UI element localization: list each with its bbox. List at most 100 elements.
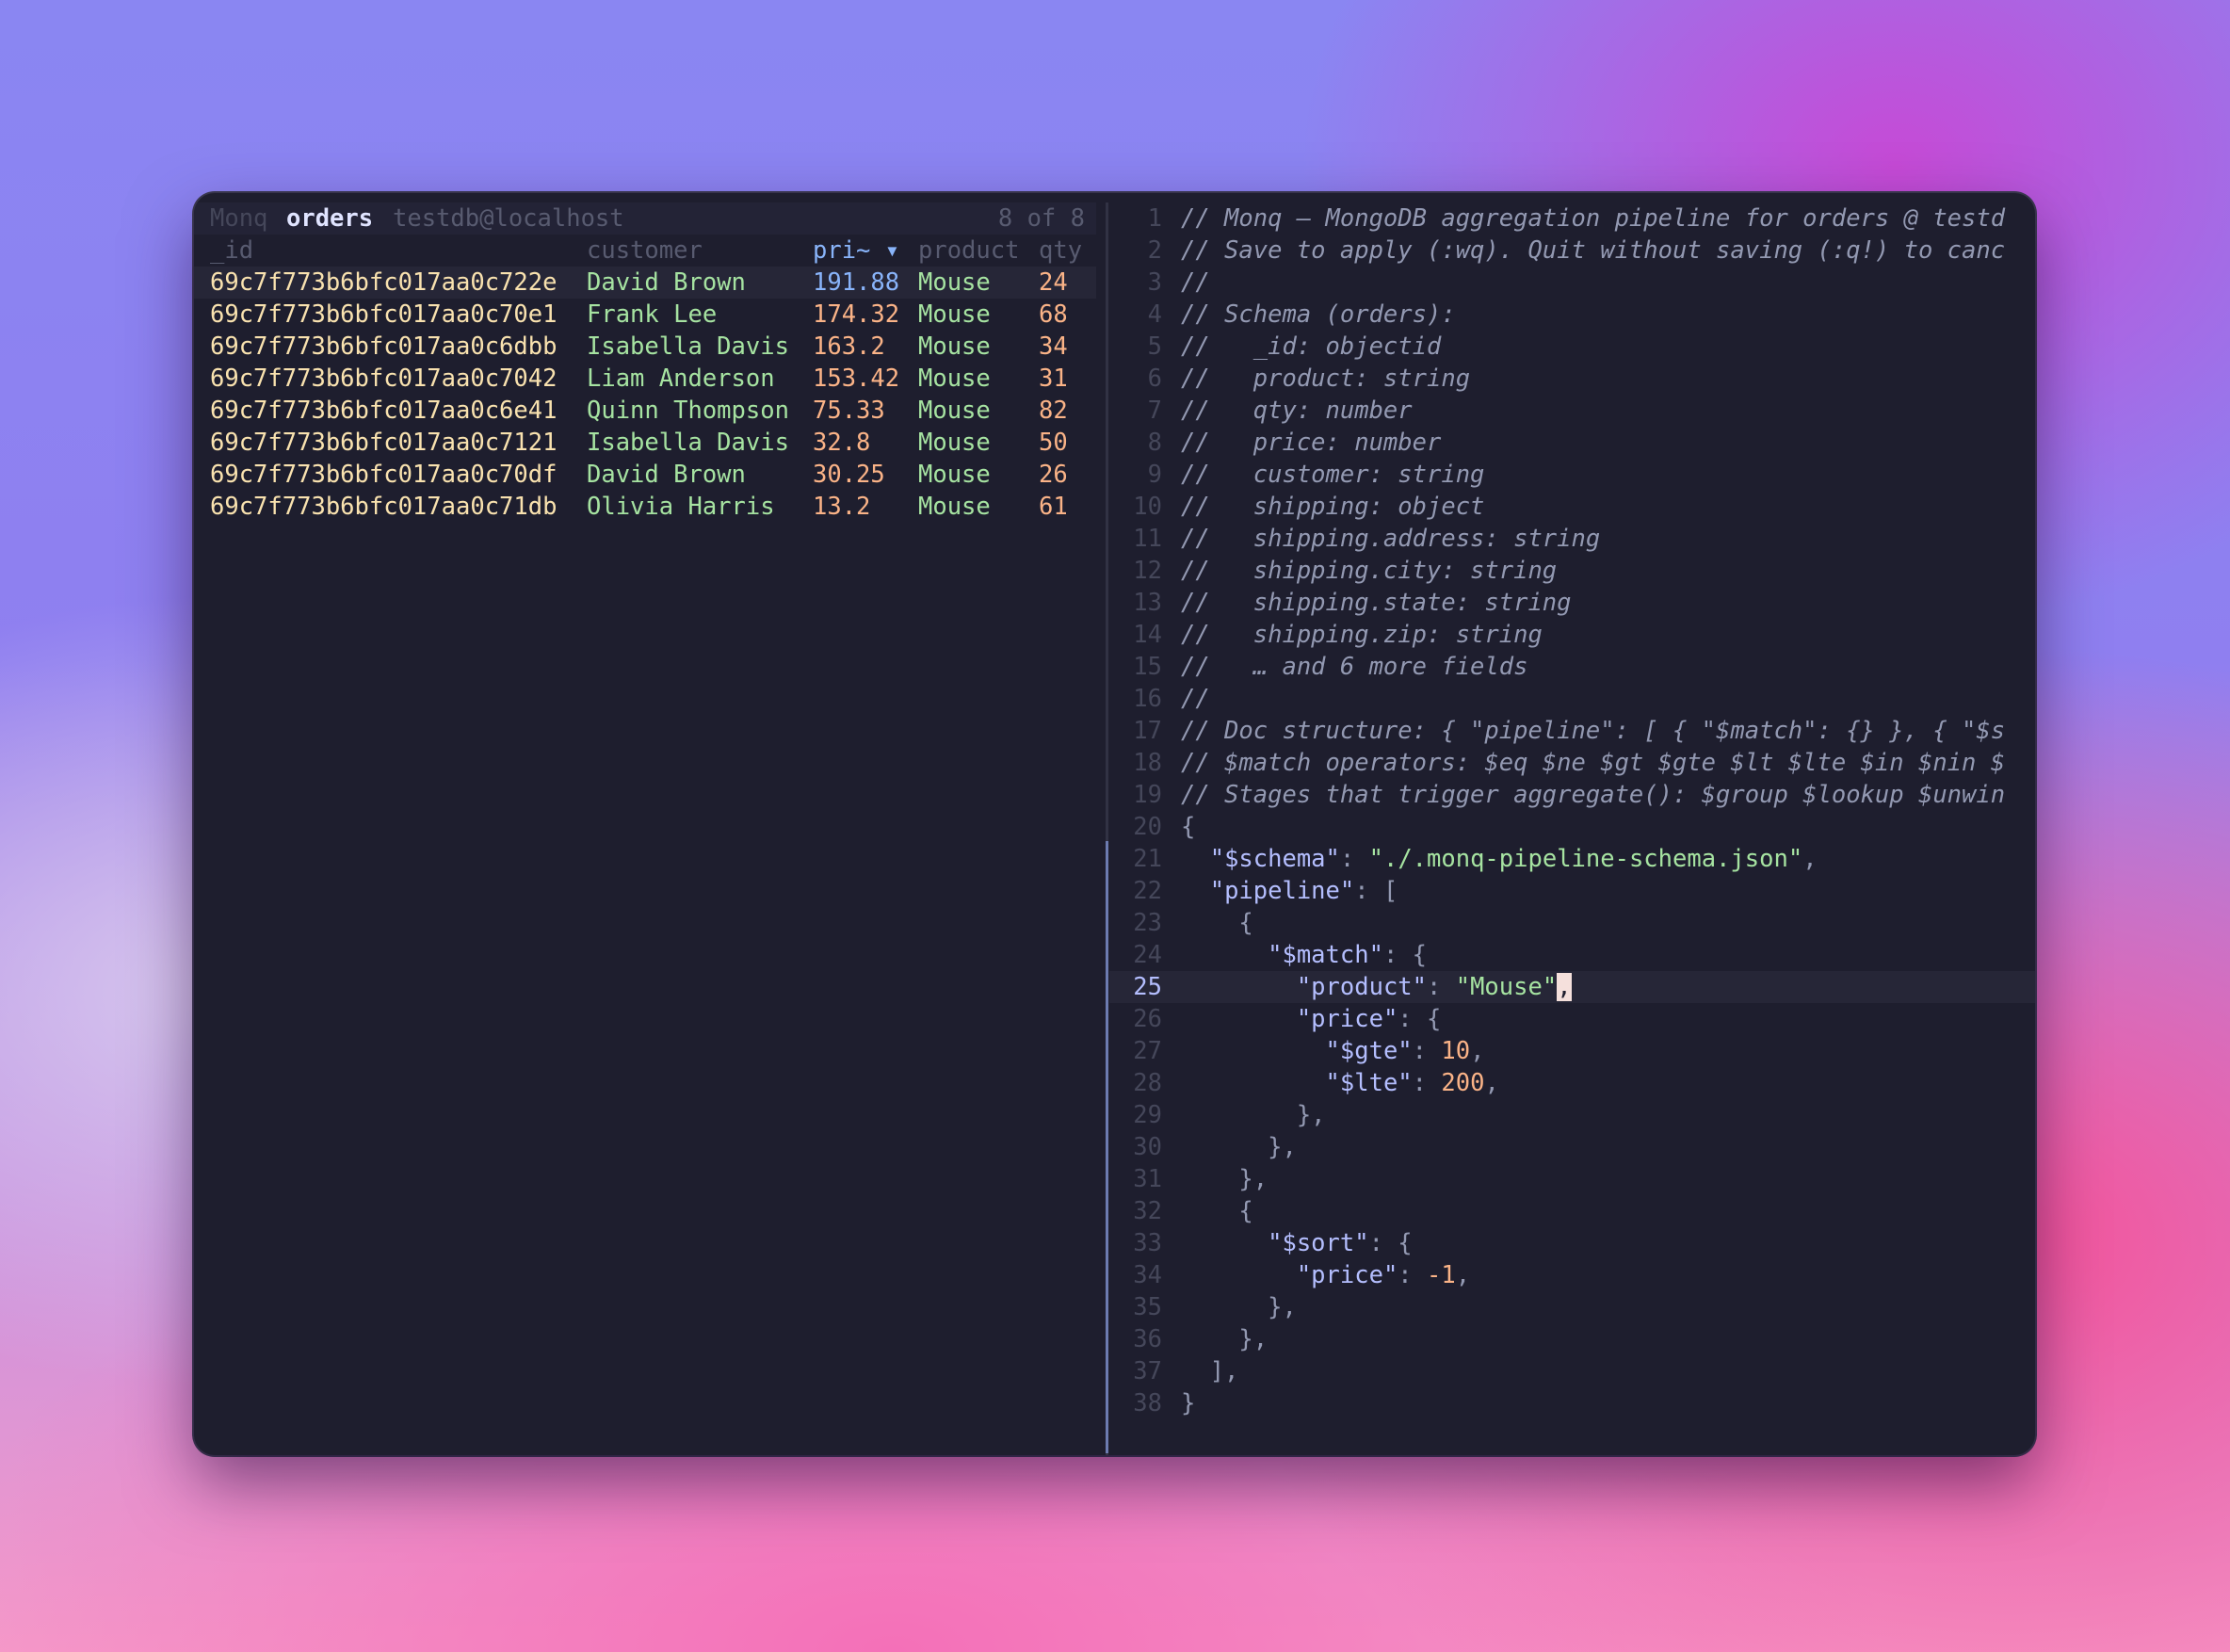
results-pane[interactable]: Monq orders testdb@localhost 8 of 8 _id … <box>194 193 1106 1455</box>
editor-line[interactable]: 33 "$sort": { <box>1109 1227 2035 1259</box>
line-code: "price": -1, <box>1181 1259 1470 1291</box>
line-number: 34 <box>1133 1261 1162 1289</box>
line-code: // product: string <box>1181 363 1470 395</box>
editor-line[interactable]: 22 "pipeline": [ <box>1109 875 2035 907</box>
editor-line[interactable]: 16 // <box>1109 683 2035 715</box>
editor-line[interactable]: 5 // _id: objectid <box>1109 331 2035 363</box>
editor-line[interactable]: 12 // shipping.city: string <box>1109 555 2035 587</box>
line-number: 11 <box>1133 525 1162 553</box>
editor-line[interactable]: 4 // Schema (orders): <box>1109 299 2035 331</box>
table-row[interactable]: 69c7f773b6bfc017aa0c6e41 Quinn Thompson 75… <box>194 395 1096 427</box>
table-row[interactable]: 69c7f773b6bfc017aa0c6dbb Isabella Davis 16… <box>194 331 1096 363</box>
editor-line[interactable]: 31 }, <box>1109 1163 2035 1195</box>
line-number: 7 <box>1147 397 1162 425</box>
code-token: }, <box>1181 1133 1297 1161</box>
editor-line[interactable]: 13 // shipping.state: string <box>1109 587 2035 619</box>
cell-qty: 68 <box>1039 300 1068 329</box>
table-row[interactable]: 69c7f773b6bfc017aa0c7121 Isabella Davis 32… <box>194 427 1096 459</box>
editor-line[interactable]: 14 // shipping.zip: string <box>1109 619 2035 651</box>
line-number: 27 <box>1133 1037 1162 1065</box>
editor-line[interactable]: 32 { <box>1109 1195 2035 1227</box>
editor-line[interactable]: 29 }, <box>1109 1099 2035 1131</box>
editor-line[interactable]: 23 { <box>1109 907 2035 939</box>
column-header-product[interactable]: product <box>918 235 1019 267</box>
editor-line[interactable]: 27 "$gte": 10, <box>1109 1035 2035 1067</box>
code-token: // … and 6 more fields <box>1181 653 1528 681</box>
editor-line[interactable]: 3 // <box>1109 267 2035 299</box>
cell-price: 163.2 <box>813 332 885 361</box>
editor-line[interactable]: 37 ], <box>1109 1355 2035 1387</box>
line-code: { <box>1181 811 1195 843</box>
editor-line[interactable]: 1 // Monq — MongoDB aggregation pipeline … <box>1109 202 2035 235</box>
table-row-selected[interactable]: 69c7f773b6bfc017aa0c722e David Brown 191.8… <box>194 267 1096 299</box>
editor-line[interactable]: 8 // price: number <box>1109 427 2035 459</box>
cell-customer: Isabella Davis <box>587 429 789 457</box>
editor-line[interactable]: 36 }, <box>1109 1323 2035 1355</box>
line-number: 12 <box>1133 557 1162 585</box>
line-number: 29 <box>1133 1101 1162 1129</box>
pipeline-editor[interactable]: 1 // Monq — MongoDB aggregation pipeline … <box>1109 193 2035 1455</box>
cell-id: 69c7f773b6bfc017aa0c6e41 <box>210 397 558 425</box>
editor-line[interactable]: 7 // qty: number <box>1109 395 2035 427</box>
code-token: "price" <box>1296 1005 1398 1033</box>
code-token: { <box>1181 813 1196 841</box>
code-token: // Schema (orders): <box>1181 300 1456 329</box>
editor-line[interactable]: 28 "$lte": 200, <box>1109 1067 2035 1099</box>
cell-product: Mouse <box>918 268 991 297</box>
code-token: "$gte" <box>1325 1037 1413 1065</box>
editor-line[interactable]: 38} <box>1109 1387 2035 1419</box>
code-token: // shipping: object <box>1181 493 1485 521</box>
column-header-price-sorted[interactable]: pri~ ▾ <box>813 235 899 267</box>
editor-line[interactable]: 17 // Doc structure: { "pipeline": [ { "$… <box>1109 715 2035 747</box>
code-token: // <box>1181 685 1210 713</box>
code-token: { <box>1181 909 1253 937</box>
code-token: : [ <box>1354 877 1398 905</box>
editor-line[interactable]: 15 // … and 6 more fields <box>1109 651 2035 683</box>
table-row[interactable]: 69c7f773b6bfc017aa0c71db Olivia Harris 13.… <box>194 491 1096 523</box>
editor-line[interactable]: 11 // shipping.address: string <box>1109 523 2035 555</box>
editor-line[interactable]: 30 }, <box>1109 1131 2035 1163</box>
code-token: : { <box>1368 1229 1413 1257</box>
editor-line[interactable]: 9 // customer: string <box>1109 459 2035 491</box>
editor-line[interactable]: 34 "price": -1, <box>1109 1259 2035 1291</box>
column-header-id[interactable]: _id <box>210 235 253 267</box>
table-row[interactable]: 69c7f773b6bfc017aa0c70df David Brown 30.25… <box>194 459 1096 491</box>
line-number: 35 <box>1133 1293 1162 1321</box>
editor-line[interactable]: 35 }, <box>1109 1291 2035 1323</box>
editor-line[interactable]: 24 "$match": { <box>1109 939 2035 971</box>
cell-price: 30.25 <box>813 461 885 489</box>
table-header: _id customer pri~ ▾ product qty <box>194 235 1096 267</box>
editor-line[interactable]: 20 { <box>1109 811 2035 843</box>
editor-line[interactable]: 18 // $match operators: $eq $ne $gt $gte … <box>1109 747 2035 779</box>
editor-line[interactable]: 21 "$schema": "./.monq-pipeline-schema.j… <box>1109 843 2035 875</box>
line-number: 13 <box>1133 589 1162 617</box>
text-cursor: , <box>1557 973 1572 1001</box>
code-token: "$lte" <box>1325 1069 1413 1097</box>
cell-customer: Quinn Thompson <box>587 397 789 425</box>
line-code: // customer: string <box>1181 459 1484 491</box>
line-number: 28 <box>1133 1069 1162 1097</box>
table-row[interactable]: 69c7f773b6bfc017aa0c70e1 Frank Lee 174.32 M… <box>194 299 1096 331</box>
code-token: , <box>1455 1261 1471 1289</box>
editor-line[interactable]: 26 "price": { <box>1109 1003 2035 1035</box>
code-token: : { <box>1398 1005 1442 1033</box>
line-code: // … and 6 more fields <box>1181 651 1527 683</box>
cell-product: Mouse <box>918 364 991 393</box>
editor-line[interactable]: 19 // Stages that trigger aggregate(): $g… <box>1109 779 2035 811</box>
column-header-customer[interactable]: customer <box>587 235 703 267</box>
column-header-qty[interactable]: qty <box>1039 235 1082 267</box>
editor-line[interactable]: 2 // Save to apply (:wq). Quit without sa… <box>1109 235 2035 267</box>
editor-line[interactable]: 6 // product: string <box>1109 363 2035 395</box>
results-titlebar: Monq orders testdb@localhost 8 of 8 <box>194 202 1096 235</box>
cell-qty: 34 <box>1039 332 1068 361</box>
cell-customer: David Brown <box>587 461 746 489</box>
editor-line-current[interactable]: 25 "product": "Mouse", <box>1109 971 2035 1003</box>
editor-line[interactable]: 10 // shipping: object <box>1109 491 2035 523</box>
code-token: , <box>1470 1037 1485 1065</box>
table-row[interactable]: 69c7f773b6bfc017aa0c7042 Liam Anderson 153… <box>194 363 1096 395</box>
